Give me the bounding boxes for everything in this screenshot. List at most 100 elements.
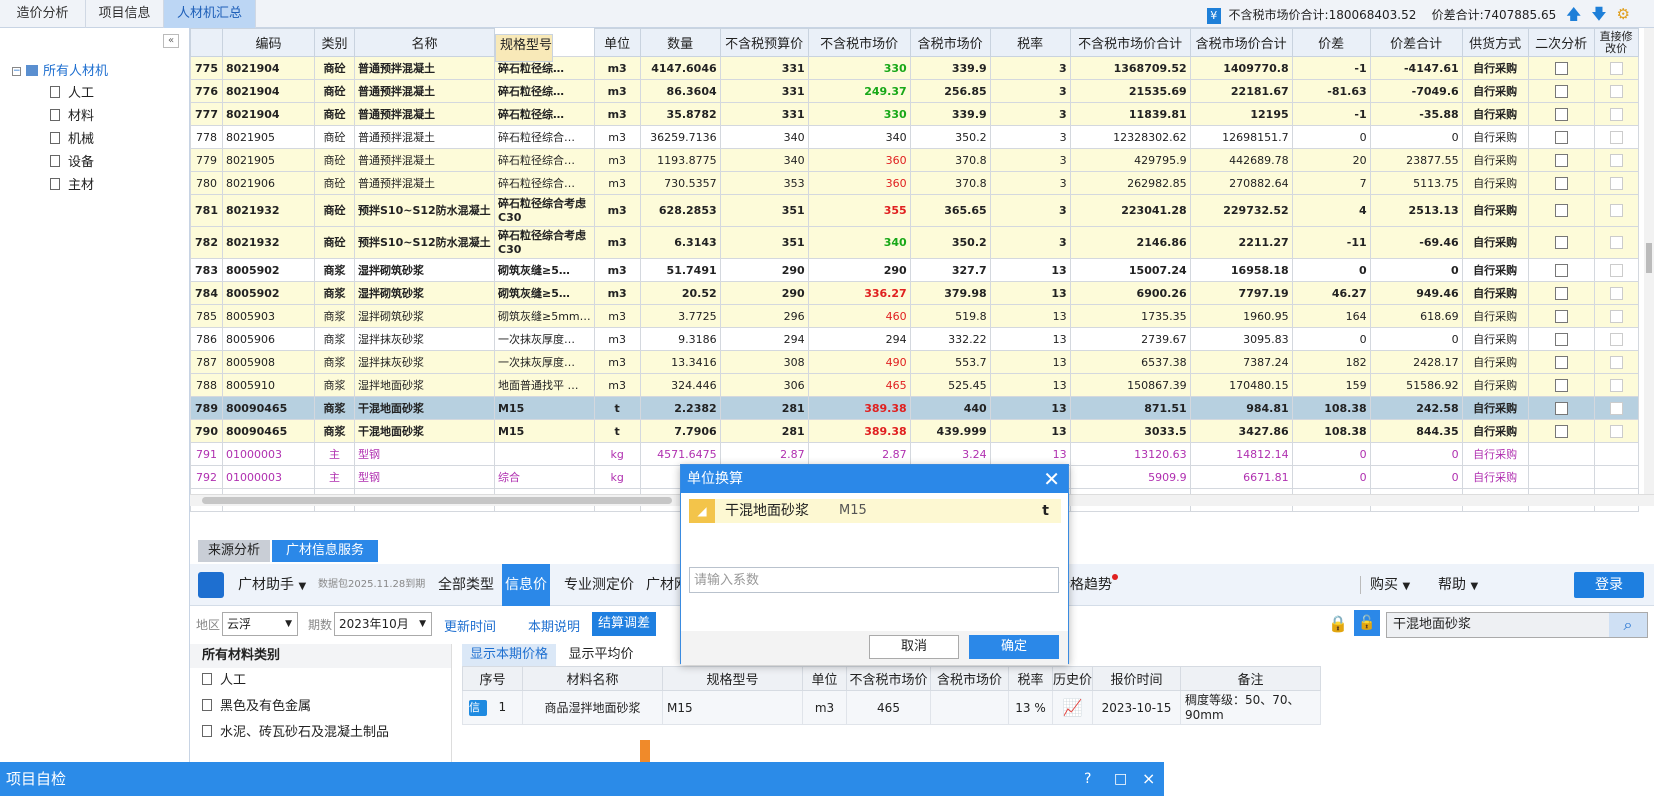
cell-sum-tax[interactable]: 12195 xyxy=(1189,102,1293,126)
cell-diff[interactable]: 46.27 xyxy=(1291,281,1371,305)
direct-edit-checkbox[interactable] xyxy=(1609,286,1623,300)
direct-edit-checkbox[interactable] xyxy=(1609,61,1623,75)
cell-supply[interactable]: 自行采购 xyxy=(1461,226,1529,259)
table-row[interactable]: 776 8021904 商砼 普通预拌混凝土 碎石粒径综… m3 86.3604 331 249… xyxy=(190,79,1639,103)
grid-vertical-scrollbar[interactable] xyxy=(1644,28,1654,494)
cell-diff[interactable]: 4 xyxy=(1291,194,1371,227)
cell-diff-sum[interactable]: 0 xyxy=(1369,327,1463,351)
category-item-labor[interactable]: 人工 xyxy=(190,668,451,694)
cell-spec[interactable]: 砌筑灰缝≥5mm… xyxy=(494,304,595,328)
cell-unit[interactable]: m3 xyxy=(593,373,641,397)
grid-column-header[interactable]: 价差 xyxy=(1291,28,1371,57)
price-row[interactable]: 信 1 商品湿拌地面砂浆 M15 m3 465 13 % 📈 2023-10-1… xyxy=(462,690,1321,725)
tree-item-machinery[interactable]: 机械 xyxy=(50,128,94,147)
tab-cost-analysis[interactable]: 造价分析 xyxy=(0,0,86,28)
cell-diff[interactable]: 7 xyxy=(1291,171,1371,195)
cell-budget[interactable]: 306 xyxy=(719,373,809,397)
cell-sum-free[interactable]: 15007.24 xyxy=(1069,258,1191,282)
cell-budget[interactable]: 290 xyxy=(719,281,809,305)
cell-code[interactable]: 01000003 xyxy=(222,442,315,466)
cell-budget[interactable]: 331 xyxy=(719,102,809,126)
cell-sum-tax[interactable]: 16958.18 xyxy=(1189,258,1293,282)
table-row[interactable]: 778 8021905 商砼 普通预拌混凝土 碎石粒径综合… m3 36259.7136 34… xyxy=(190,125,1639,149)
cell-sum-tax[interactable]: 3095.83 xyxy=(1189,327,1293,351)
cell-code[interactable]: 8005903 xyxy=(222,304,315,328)
cell-diff-sum[interactable]: 949.46 xyxy=(1369,281,1463,305)
cell-qty[interactable]: 35.8782 xyxy=(639,102,721,126)
cell-spec[interactable]: 综合 xyxy=(494,465,595,489)
cell-mkt[interactable]: 294 xyxy=(807,327,911,351)
coefficient-input[interactable] xyxy=(689,567,1059,593)
cell-diff-sum[interactable]: 2513.13 xyxy=(1369,194,1463,227)
cell-tax-mkt[interactable]: 365.65 xyxy=(909,194,991,227)
cell-sum-tax[interactable]: 2211.27 xyxy=(1189,226,1293,259)
cell-qty[interactable]: 9.3186 xyxy=(639,327,721,351)
cell-supply[interactable]: 自行采购 xyxy=(1461,79,1529,103)
cell-diff[interactable]: 0 xyxy=(1291,442,1371,466)
scroll-thumb[interactable] xyxy=(202,497,672,504)
cell-diff[interactable]: 0 xyxy=(1291,125,1371,149)
grid-column-header[interactable]: 价差合计 xyxy=(1369,28,1463,57)
cell-tax-mkt[interactable]: 350.2 xyxy=(909,125,991,149)
cell-sum-free[interactable]: 6900.26 xyxy=(1069,281,1191,305)
cell-cat[interactable]: 商浆 xyxy=(314,327,355,351)
cell-rate[interactable]: 13 xyxy=(989,327,1071,351)
cell-name[interactable]: 湿拌砌筑砂浆 xyxy=(354,304,495,328)
cell-mkt[interactable]: 2.87 xyxy=(807,442,911,466)
grid-column-header[interactable]: 不含税市场价合计 xyxy=(1069,28,1191,57)
type-info-price[interactable]: 信息价 xyxy=(502,564,550,606)
secondary-analysis-checkbox[interactable] xyxy=(1554,153,1568,167)
cell-qty[interactable]: 36259.7136 xyxy=(639,125,721,149)
cell-qty[interactable]: 7.7906 xyxy=(639,419,721,443)
cell-unit[interactable]: m3 xyxy=(593,281,641,305)
cell-qty[interactable]: 86.3604 xyxy=(639,79,721,103)
cell-budget[interactable]: 281 xyxy=(719,396,809,420)
cell-mkt[interactable]: 389.38 xyxy=(807,419,911,443)
tab-average-price[interactable]: 显示平均价 xyxy=(556,644,646,666)
arrow-up-icon[interactable]: 🡅 xyxy=(1566,5,1581,23)
material-search-input[interactable]: 干混地面砂浆 ⌕ xyxy=(1386,612,1648,638)
cell-name[interactable]: 预拌S10~S12防水混凝土 xyxy=(354,194,495,227)
cell-sum-free[interactable]: 2739.67 xyxy=(1069,327,1191,351)
cell-unit[interactable]: m3 xyxy=(593,148,641,172)
cell-supply[interactable]: 自行采购 xyxy=(1461,465,1529,489)
cell-sum-tax[interactable]: 12698151.7 xyxy=(1189,125,1293,149)
price-column-header[interactable]: 序号 xyxy=(462,666,523,691)
cell-diff[interactable]: 0 xyxy=(1291,327,1371,351)
cell-qty[interactable]: 4147.6046 xyxy=(639,56,721,80)
region-select[interactable]: 云浮 ▼ xyxy=(222,612,298,636)
cell-spec[interactable]: 地面普通找平 … xyxy=(494,373,595,397)
tree-root[interactable]: − 所有人材机 xyxy=(12,60,108,79)
cell-rate[interactable]: 13 xyxy=(989,442,1071,466)
cell-unit[interactable]: m3 xyxy=(593,258,641,282)
cell-diff-sum[interactable]: 0 xyxy=(1369,442,1463,466)
login-button[interactable]: 登录 xyxy=(1574,572,1644,598)
cell-rate[interactable]: 3 xyxy=(989,79,1071,103)
grid-column-header[interactable]: 含税市场价 xyxy=(909,28,991,57)
tree-item-equipment[interactable]: 设备 xyxy=(50,151,94,170)
cell-tax-mkt[interactable]: 525.45 xyxy=(909,373,991,397)
secondary-analysis-checkbox[interactable] xyxy=(1554,176,1568,190)
table-row[interactable]: 786 8005906 商浆 湿拌抹灰砂浆 一次抹灰厚度… m3 9.3186 294 294 3… xyxy=(190,327,1639,351)
cell-sum-free[interactable]: 1735.35 xyxy=(1069,304,1191,328)
direct-edit-checkbox[interactable] xyxy=(1609,236,1623,249)
direct-edit-checkbox[interactable] xyxy=(1609,401,1623,415)
cell-rate[interactable]: 3 xyxy=(989,226,1071,259)
secondary-analysis-checkbox[interactable] xyxy=(1554,236,1568,249)
cell-code[interactable]: 8021904 xyxy=(222,102,315,126)
cell-budget[interactable]: 353 xyxy=(719,171,809,195)
cell-supply[interactable]: 自行采购 xyxy=(1461,327,1529,351)
cell-diff-sum[interactable]: 5113.75 xyxy=(1369,171,1463,195)
direct-edit-checkbox[interactable] xyxy=(1609,332,1623,346)
cell-supply[interactable]: 自行采购 xyxy=(1461,258,1529,282)
help-menu[interactable]: 帮助 ▼ xyxy=(1438,564,1478,606)
direct-edit-checkbox[interactable] xyxy=(1609,176,1623,190)
cell-mkt[interactable]: 460 xyxy=(807,304,911,328)
cell-spec[interactable]: 碎石粒径综合… xyxy=(494,125,595,149)
cell-cat[interactable]: 主 xyxy=(314,442,355,466)
tab-source-analysis[interactable]: 来源分析 xyxy=(198,540,270,562)
cell-name[interactable]: 湿拌砌筑砂浆 xyxy=(354,258,495,282)
cell-name[interactable]: 普通预拌混凝土 xyxy=(354,56,495,80)
buy-menu[interactable]: 购买 ▼ xyxy=(1370,564,1410,606)
period-desc-link[interactable]: 本期说明 xyxy=(528,616,580,635)
